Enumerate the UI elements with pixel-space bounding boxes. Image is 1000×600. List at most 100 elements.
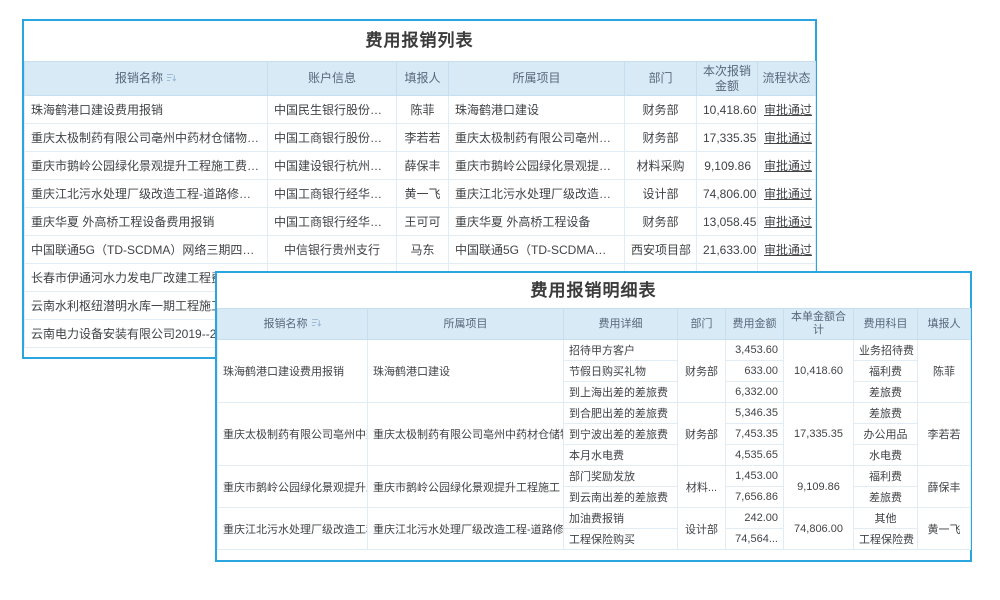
account-cell: 中国工商银行经华路支行	[268, 180, 397, 208]
category-cell: 福利费	[854, 361, 918, 382]
reporter-cell[interactable]: 薛保丰	[397, 152, 449, 180]
column-header-project: 所属项目	[449, 62, 625, 96]
expense-name-cell[interactable]: 重庆太极制药有限公司亳州中药材	[218, 403, 368, 466]
account-cell: 中国工商银行股份有限...	[268, 124, 397, 152]
project-cell[interactable]: 重庆江北污水处理厂级改造工...	[449, 180, 625, 208]
reporter-cell[interactable]: 王可可	[397, 208, 449, 236]
column-header-account-info: 账户信息	[268, 62, 397, 96]
project-cell[interactable]: 重庆市鹅岭公园绿化景观提升工程施工	[368, 466, 564, 508]
reporter-cell[interactable]: 李若若	[918, 403, 971, 466]
status-cell[interactable]: 审批通过	[758, 124, 816, 152]
department-cell: 财务部	[625, 96, 697, 124]
project-cell[interactable]: 珠海鹤港口建设	[368, 340, 564, 403]
reporter-cell[interactable]: 薛保丰	[918, 466, 971, 508]
column-header-label: 部门	[648, 71, 672, 85]
account-cell: 中国工商银行经华路支行	[268, 208, 397, 236]
column-header-label: 费用科目	[864, 318, 908, 330]
project-cell[interactable]: 中国联通5G（TD-SCDMA）网...	[449, 236, 625, 264]
detail-row: 重庆太极制药有限公司亳州中药材重庆太极制药有限公司亳州中药材仓储物流到合肥出差的…	[218, 403, 971, 424]
amount-cell: 74,564...	[726, 529, 784, 550]
list-table-title: 费用报销列表	[24, 21, 815, 61]
category-cell: 工程保险费	[854, 529, 918, 550]
category-cell: 差旅费	[854, 382, 918, 403]
status-cell[interactable]: 审批通过	[758, 236, 816, 264]
expense-name-cell[interactable]: 重庆太极制药有限公司亳州中药材仓储物流基地项...	[25, 124, 268, 152]
amount-cell: 9,109.86	[697, 152, 758, 180]
department-cell: 西安项目部	[625, 236, 697, 264]
amount-cell: 1,453.00	[726, 466, 784, 487]
expense-name-cell[interactable]: 珠海鹤港口建设费用报销	[218, 340, 368, 403]
expense-name-cell[interactable]: 中国联通5G（TD-SCDMA）网络三期四川工程费...	[25, 236, 268, 264]
expense-name-cell[interactable]: 重庆华夏 外高桥工程设备费用报销	[25, 208, 268, 236]
column-header-expense-name[interactable]: 报销名称	[25, 62, 268, 96]
expense-name-cell[interactable]: 重庆江北污水处理厂级改造工程-	[218, 508, 368, 550]
detail-row: 重庆市鹅岭公园绿化景观提升工程重庆市鹅岭公园绿化景观提升工程施工部门奖励发放材料…	[218, 466, 971, 487]
project-cell[interactable]: 珠海鹤港口建设	[449, 96, 625, 124]
department-cell: 材料采购	[625, 152, 697, 180]
column-header-amount: 本次报销金额	[697, 62, 758, 96]
reporter-cell[interactable]: 黄一飞	[397, 180, 449, 208]
department-cell: 财务部	[625, 208, 697, 236]
amount-cell: 6,332.00	[726, 382, 784, 403]
column-header-project: 所属项目	[368, 309, 564, 340]
reporter-cell[interactable]: 李若若	[397, 124, 449, 152]
amount-cell: 5,346.35	[726, 403, 784, 424]
column-header-flow-status: 流程状态	[758, 62, 816, 96]
expense-name-cell[interactable]: 重庆市鹅岭公园绿化景观提升工程	[218, 466, 368, 508]
amount-cell: 4,535.65	[726, 445, 784, 466]
column-header-expense-amount: 费用金额	[726, 309, 784, 340]
table-row: 重庆市鹅岭公园绿化景观提升工程施工费用报销中国建设银行杭州市上...薛保丰重庆市…	[25, 152, 816, 180]
status-cell[interactable]: 审批通过	[758, 152, 816, 180]
department-cell: 材料...	[678, 466, 726, 508]
expense-name-cell[interactable]: 重庆市鹅岭公园绿化景观提升工程施工费用报销	[25, 152, 268, 180]
table-row: 中国联通5G（TD-SCDMA）网络三期四川工程费...中信银行贵州支行马东中国…	[25, 236, 816, 264]
table-row: 重庆华夏 外高桥工程设备费用报销中国工商银行经华路支行王可可重庆华夏 外高桥工程…	[25, 208, 816, 236]
project-cell[interactable]: 重庆太极制药有限公司亳州中...	[449, 124, 625, 152]
detail-cell: 到云南出差的差旅费	[564, 487, 678, 508]
expense-detail-grid: 报销名称所属项目费用详细部门费用金额本单金额合计费用科目填报人 珠海鹤港口建设费…	[217, 308, 971, 550]
status-cell[interactable]: 审批通过	[758, 96, 816, 124]
status-cell[interactable]: 审批通过	[758, 208, 816, 236]
status-cell[interactable]: 审批通过	[758, 180, 816, 208]
reporter-cell[interactable]: 陈菲	[397, 96, 449, 124]
total-cell: 17,335.35	[784, 403, 854, 466]
reporter-cell[interactable]: 马东	[397, 236, 449, 264]
detail-cell: 部门奖励发放	[564, 466, 678, 487]
detail-row: 重庆江北污水处理厂级改造工程-重庆江北污水处理厂级改造工程-道路修复工程加油费报…	[218, 508, 971, 529]
detail-cell: 招待甲方客户	[564, 340, 678, 361]
account-cell: 中国建设银行杭州市上...	[268, 152, 397, 180]
amount-cell: 17,335.35	[697, 124, 758, 152]
detail-cell: 本月水电费	[564, 445, 678, 466]
expense-name-cell[interactable]: 重庆江北污水处理厂级改造工程-道路修复工程费用...	[25, 180, 268, 208]
column-header-label: 部门	[691, 318, 713, 330]
header-row: 报销名称所属项目费用详细部门费用金额本单金额合计费用科目填报人	[218, 309, 971, 340]
project-cell[interactable]: 重庆华夏 外高桥工程设备	[449, 208, 625, 236]
amount-cell: 7,656.86	[726, 487, 784, 508]
amount-cell: 242.00	[726, 508, 784, 529]
department-cell: 财务部	[678, 340, 726, 403]
amount-cell: 74,806.00	[697, 180, 758, 208]
amount-cell: 633.00	[726, 361, 784, 382]
reporter-cell[interactable]: 陈菲	[918, 340, 971, 403]
category-cell: 其他	[854, 508, 918, 529]
sort-icon[interactable]	[166, 73, 177, 83]
column-header-expense-name[interactable]: 报销名称	[218, 309, 368, 340]
department-cell: 设计部	[678, 508, 726, 550]
category-cell: 办公用品	[854, 424, 918, 445]
detail-table-title: 费用报销明细表	[217, 273, 970, 308]
column-header-label: 报销名称	[264, 318, 308, 330]
column-header-reporter: 填报人	[397, 62, 449, 96]
total-cell: 10,418.60	[784, 340, 854, 403]
amount-cell: 13,058.45	[697, 208, 758, 236]
table-row: 重庆太极制药有限公司亳州中药材仓储物流基地项...中国工商银行股份有限...李若…	[25, 124, 816, 152]
column-header-label: 费用金额	[733, 318, 777, 330]
amount-cell: 10,418.60	[697, 96, 758, 124]
reporter-cell[interactable]: 黄一飞	[918, 508, 971, 550]
column-header-label: 流程状态	[762, 71, 810, 85]
column-header-label: 费用详细	[599, 318, 643, 330]
project-cell[interactable]: 重庆江北污水处理厂级改造工程-道路修复工程	[368, 508, 564, 550]
project-cell[interactable]: 重庆市鹅岭公园绿化景观提升...	[449, 152, 625, 180]
expense-name-cell[interactable]: 珠海鹤港口建设费用报销	[25, 96, 268, 124]
sort-icon[interactable]	[311, 318, 322, 328]
project-cell[interactable]: 重庆太极制药有限公司亳州中药材仓储物流	[368, 403, 564, 466]
